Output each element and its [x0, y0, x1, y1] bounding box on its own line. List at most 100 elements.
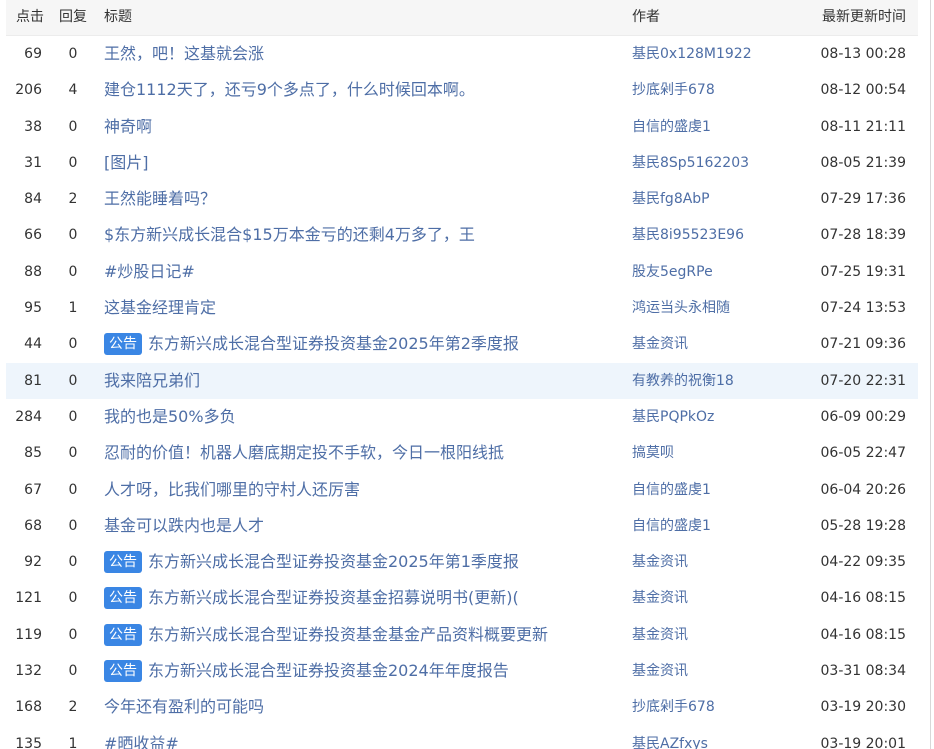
post-title-text[interactable]: 东方新兴成长混合型证券投资基金招募说明书(更新)( [148, 588, 519, 607]
post-title-link[interactable]: 基金可以跌内也是人才 [104, 508, 624, 544]
reply-count: 0 [68, 481, 78, 498]
updated-time: 05-28 19:28 [820, 517, 906, 534]
click-count: 132 [15, 663, 42, 680]
author-link[interactable]: 自信的盛虔1 [632, 109, 802, 145]
author-link[interactable]: 自信的盛虔1 [632, 508, 802, 544]
table-body: 69 0 王然，吧！这基就会涨 基民0x128M1922 08-13 00:28 206 4… [6, 36, 918, 749]
author-link[interactable]: 基金资讯 [632, 326, 802, 362]
click-count: 121 [15, 590, 42, 607]
post-title-text[interactable]: 建仓1112天了，还亏9个多点了，什么时候回本啊。 [104, 80, 475, 99]
author-link[interactable]: 基民0x128M1922 [632, 36, 802, 72]
post-title-text[interactable]: 东方新兴成长混合型证券投资基金2025年第2季度报 [148, 334, 519, 353]
post-title-link[interactable]: 公告 东方新兴成长混合型证券投资基金招募说明书(更新)( [104, 580, 624, 616]
post-title-text[interactable]: [图片] [104, 153, 149, 172]
post-title-link[interactable]: #晒收益# [104, 726, 624, 749]
header-title: 标题 [104, 9, 132, 25]
reply-count: 0 [68, 46, 78, 62]
reply-count: 0 [68, 517, 78, 534]
post-title-link[interactable]: [图片] [104, 145, 624, 181]
table-row: 84 2 王然能睡着吗？ 基民fg8AbP 07-29 17:36 [6, 181, 918, 217]
post-title-link[interactable]: 我的也是50%多负 [104, 399, 624, 435]
announcement-badge: 公告 [104, 623, 142, 646]
author-link[interactable]: 搞莫呗 [632, 435, 802, 471]
table-row: 132 0 公告 东方新兴成长混合型证券投资基金2024年年度报告 基金资讯 03-31 … [6, 653, 918, 689]
updated-time: 07-20 22:31 [820, 372, 906, 389]
post-title-link[interactable]: #炒股日记# [104, 254, 624, 290]
post-title-text[interactable]: 王然，吧！这基就会涨 [104, 44, 264, 63]
updated-time: 06-05 22:47 [820, 445, 906, 462]
updated-time: 07-25 19:31 [820, 263, 906, 280]
post-title-text[interactable]: 王然能睡着吗？ [104, 189, 216, 208]
post-title-link[interactable]: 公告 东方新兴成长混合型证券投资基金2024年年度报告 [104, 653, 624, 689]
post-title-link[interactable]: 忍耐的价值！机器人磨底期定投不手软，今日一根阳线抵 [104, 435, 624, 471]
updated-time: 03-31 08:34 [820, 663, 906, 680]
author-link[interactable]: 基民8Sp5162203 [632, 145, 802, 181]
author-link[interactable]: 鸿运当头永相随 [632, 290, 802, 326]
post-title-link[interactable]: 王然能睡着吗？ [104, 181, 624, 217]
post-title-text[interactable]: 东方新兴成长混合型证券投资基金2025年第1季度报 [148, 552, 519, 571]
reply-count: 1 [68, 300, 78, 317]
post-title-text[interactable]: #炒股日记# [104, 262, 195, 281]
author-link[interactable]: 基民8i95523E96 [632, 217, 802, 253]
post-title-text[interactable]: 这基金经理肯定 [104, 298, 216, 317]
table-row: 31 0 [图片] 基民8Sp5162203 08-05 21:39 [6, 145, 918, 181]
author-link[interactable]: 抄底剁手678 [632, 689, 802, 725]
updated-time: 04-16 08:15 [820, 590, 906, 607]
post-title-text[interactable]: 基金可以跌内也是人才 [104, 516, 264, 535]
post-title-text[interactable]: 忍耐的价值！机器人磨底期定投不手软，今日一根阳线抵 [104, 443, 504, 462]
post-title-link[interactable]: $东方新兴成长混合$15万本金亏的还剩4万多了，王 [104, 217, 624, 253]
click-count: 168 [15, 699, 42, 716]
author-link[interactable]: 抄底剁手678 [632, 72, 802, 108]
click-count: 81 [24, 372, 42, 389]
post-title-text[interactable]: 我的也是50%多负 [104, 407, 236, 426]
click-count: 67 [24, 481, 42, 498]
header-replies: 回复 [59, 9, 87, 25]
announcement-badge: 公告 [104, 551, 142, 574]
post-title-link[interactable]: 今年还有盈利的可能吗 [104, 689, 624, 725]
author-link[interactable]: 基金资讯 [632, 544, 802, 580]
post-title-link[interactable]: 神奇啊 [104, 109, 624, 145]
post-title-text[interactable]: 人才呀，比我们哪里的守村人还厉害 [104, 480, 360, 499]
post-title-link[interactable]: 人才呀，比我们哪里的守村人还厉害 [104, 472, 624, 508]
table-row: 284 0 我的也是50%多负 基民PQPkOz 06-09 00:29 [6, 399, 918, 435]
updated-time: 04-16 08:15 [820, 626, 906, 643]
post-title-text[interactable]: $东方新兴成长混合$15万本金亏的还剩4万多了，王 [104, 225, 475, 244]
post-title-text[interactable]: 东方新兴成长混合型证券投资基金2024年年度报告 [148, 661, 509, 680]
author-link[interactable]: 基民fg8AbP [632, 181, 802, 217]
post-table: 点击 回复 标题 作者 最新更新时间 69 0 王然，吧！这基就会涨 基民0x128M… [6, 0, 918, 749]
post-title-link[interactable]: 公告 东方新兴成长混合型证券投资基金2025年第1季度报 [104, 544, 624, 580]
table-row: 38 0 神奇啊 自信的盛虔1 08-11 21:11 [6, 109, 918, 145]
post-title-text[interactable]: #晒收益# [104, 734, 179, 749]
announcement-badge: 公告 [104, 587, 142, 610]
updated-time: 06-04 20:26 [820, 481, 906, 498]
post-title-text[interactable]: 我来陪兄弟们 [104, 371, 200, 390]
author-link[interactable]: 基金资讯 [632, 653, 802, 689]
post-title-text[interactable]: 东方新兴成长混合型证券投资基金基金产品资料概要更新 [148, 625, 548, 644]
post-title-link[interactable]: 王然，吧！这基就会涨 [104, 36, 624, 72]
post-title-link[interactable]: 这基金经理肯定 [104, 290, 624, 326]
reply-count: 2 [68, 699, 78, 716]
author-link[interactable]: 基金资讯 [632, 580, 802, 616]
reply-count: 0 [68, 626, 78, 643]
author-link[interactable]: 基民AZfxys [632, 726, 802, 749]
post-title-link[interactable]: 我来陪兄弟们 [104, 363, 624, 399]
author-link[interactable]: 基金资讯 [632, 617, 802, 653]
post-title-link[interactable]: 公告 东方新兴成长混合型证券投资基金基金产品资料概要更新 [104, 617, 624, 653]
post-title-link[interactable]: 建仓1112天了，还亏9个多点了，什么时候回本啊。 [104, 72, 624, 108]
post-title-text[interactable]: 今年还有盈利的可能吗 [104, 697, 264, 716]
post-title-link[interactable]: 公告 东方新兴成长混合型证券投资基金2025年第2季度报 [104, 326, 624, 362]
table-row: 95 1 这基金经理肯定 鸿运当头永相随 07-24 13:53 [6, 290, 918, 326]
author-link[interactable]: 自信的盛虔1 [632, 472, 802, 508]
click-count: 38 [24, 118, 42, 135]
updated-time: 08-13 00:28 [820, 46, 906, 62]
table-row: 44 0 公告 东方新兴成长混合型证券投资基金2025年第2季度报 基金资讯 07-21 … [6, 326, 918, 362]
author-link[interactable]: 股友5egRPe [632, 254, 802, 290]
table-row: 206 4 建仓1112天了，还亏9个多点了，什么时候回本啊。 抄底剁手678 08-1… [6, 72, 918, 108]
updated-time: 08-12 00:54 [820, 82, 906, 99]
click-count: 85 [24, 445, 42, 462]
author-link[interactable]: 基民PQPkOz [632, 399, 802, 435]
post-title-text[interactable]: 神奇啊 [104, 117, 152, 136]
reply-count: 1 [68, 735, 78, 749]
author-link[interactable]: 有教养的祝衡18 [632, 363, 802, 399]
announcement-badge: 公告 [104, 660, 142, 683]
